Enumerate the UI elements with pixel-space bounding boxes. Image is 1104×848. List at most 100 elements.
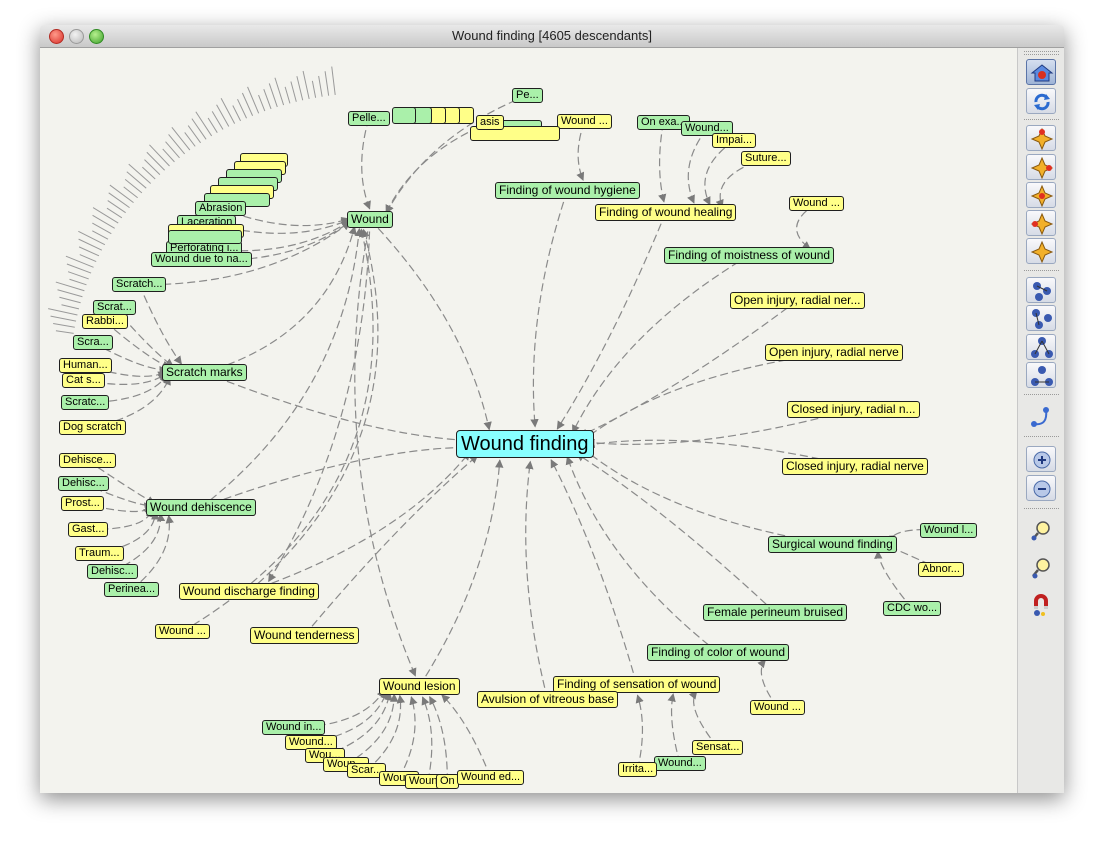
node-wound-due[interactable]: Wound due to na...	[151, 252, 252, 267]
expand-left-button[interactable]	[1026, 210, 1056, 236]
magnet-button[interactable]	[1026, 593, 1056, 619]
node-female-perineum-bruised[interactable]: Female perineum bruised	[703, 604, 848, 621]
node-dehisce-1[interactable]: Dehisce...	[59, 453, 116, 468]
node-open-injury-radial-trunc[interactable]: Open injury, radial ner...	[730, 292, 865, 309]
expand-top-button[interactable]	[1026, 125, 1056, 151]
collapsed-edge-stub	[168, 134, 186, 155]
node-finding-color-of-wound[interactable]: Finding of color of wound	[647, 644, 790, 661]
node-cat[interactable]: Cat s...	[62, 373, 105, 388]
node-wound-discharge[interactable]: Wound discharge finding	[179, 583, 319, 600]
window-title: Wound finding [4605 descendants]	[452, 28, 652, 43]
graph-edge	[138, 284, 182, 365]
graph-edge	[248, 451, 471, 593]
expand-right-icon	[1030, 156, 1054, 180]
expand-top-icon	[1030, 127, 1054, 151]
zoom-in-button[interactable]	[1026, 446, 1056, 472]
node-closed-injury-radial-trunc[interactable]: Closed injury, radial n...	[787, 401, 920, 418]
node-finding-moistness[interactable]: Finding of moistness of wound	[664, 247, 835, 264]
find-button[interactable]	[1026, 555, 1056, 581]
node-avulsion-vitreous[interactable]: Avulsion of vitreous base	[477, 691, 619, 708]
graph-edge	[667, 693, 681, 764]
node-dog-scratch[interactable]: Dog scratch	[59, 420, 126, 435]
node-pe[interactable]: Pe...	[512, 88, 543, 103]
graph-edge	[303, 454, 479, 636]
node-abrasion[interactable]: Abrasion	[195, 201, 247, 216]
collapsed-edge-stub	[220, 97, 236, 124]
search-button[interactable]	[1026, 518, 1056, 544]
node-closed-injury-radial[interactable]: Closed injury, radial nerve	[782, 458, 928, 475]
node-open-injury-radial[interactable]: Open injury, radial nerve	[765, 344, 903, 361]
node-wound-top[interactable]: Wound ...	[557, 114, 612, 129]
collapsed-edge-stub	[126, 171, 147, 189]
expand-center-icon	[1030, 184, 1054, 208]
collapsed-edge-stub	[59, 296, 81, 304]
home-button[interactable]	[1026, 59, 1056, 85]
node-gast[interactable]: Gast...	[68, 522, 109, 537]
node-wound-l[interactable]: Wound l...	[920, 523, 978, 538]
refresh-button[interactable]	[1026, 88, 1056, 114]
layout-radial-button[interactable]	[1026, 277, 1056, 303]
node-suture[interactable]: Suture...	[741, 151, 791, 166]
node-wound[interactable]: Wound	[347, 211, 393, 228]
layout-hierarchy-button[interactable]	[1026, 334, 1056, 360]
node-root-wound-finding[interactable]: Wound finding	[456, 430, 594, 458]
node-irrita[interactable]: Irrita...	[618, 762, 658, 777]
node-wound-color[interactable]: Wound ...	[750, 700, 805, 715]
node-abnor[interactable]: Abnor...	[918, 562, 964, 577]
node-wound-lesion[interactable]: Wound lesion	[379, 678, 460, 695]
collapsed-edge-stub	[195, 111, 213, 137]
node-surgical-wound-finding[interactable]: Surgical wound finding	[768, 536, 897, 553]
graph-edge	[584, 351, 834, 440]
node-ul-cluster-8[interactable]	[168, 230, 242, 244]
node-asis[interactable]: asis	[476, 115, 504, 130]
node-wound-moist[interactable]: Wound ...	[789, 196, 844, 211]
graph-canvas[interactable]: Wound finding Wound Finding of wound hyg…	[40, 48, 1017, 793]
node-wound-left[interactable]: Wound ...	[155, 624, 210, 639]
expand-right-button[interactable]	[1026, 154, 1056, 180]
node-scratch-s[interactable]: Scratch...	[112, 277, 167, 292]
node-dehisc-3[interactable]: Dehisc...	[87, 564, 138, 579]
node-scratch-marks[interactable]: Scratch marks	[162, 364, 247, 381]
node-sensat[interactable]: Sensat...	[692, 740, 744, 755]
zoom-out-button[interactable]	[1026, 475, 1056, 501]
node-human[interactable]: Human...	[59, 358, 112, 373]
graph-edge	[635, 694, 644, 770]
node-traum[interactable]: Traum...	[75, 546, 124, 561]
collapsed-edge-stub	[324, 71, 330, 96]
graph-edge	[366, 694, 406, 771]
node-cdc[interactable]: CDC wo...	[883, 601, 942, 616]
collapsed-edge-stub	[318, 75, 323, 97]
edge-style-button[interactable]	[1026, 404, 1056, 430]
collapsed-edge-stub	[302, 70, 310, 100]
node-prost[interactable]: Prost...	[61, 496, 104, 511]
node-wound-tenderness[interactable]: Wound tenderness	[250, 627, 359, 644]
collapsed-edge-stub	[237, 98, 247, 119]
node-perinea[interactable]: Perinea...	[104, 582, 160, 597]
node-scrat[interactable]: Scrat...	[93, 300, 136, 315]
node-dehisc-2[interactable]: Dehisc...	[58, 476, 109, 491]
node-scra[interactable]: Scra...	[73, 335, 113, 350]
collapsed-edge-stub	[79, 254, 97, 262]
node-wound-sens[interactable]: Wound...	[654, 756, 706, 771]
collapsed-edge-stub	[55, 281, 85, 292]
node-finding-wound-healing[interactable]: Finding of wound healing	[595, 204, 737, 221]
node-scratc[interactable]: Scratc...	[61, 395, 110, 410]
node-pelle[interactable]: Pelle...	[348, 111, 390, 126]
node-rabbi[interactable]: Rabbi...	[82, 314, 128, 329]
node-on[interactable]: On	[436, 774, 459, 789]
node-wound-in[interactable]: Wound in...	[262, 720, 326, 735]
expand-center-button[interactable]	[1026, 182, 1056, 208]
collapsed-edge-stub	[108, 192, 130, 209]
node-wound-ed[interactable]: Wound ed...	[457, 770, 525, 785]
node-top-cluster-7[interactable]	[392, 107, 416, 124]
collapsed-edge-stub	[61, 304, 80, 310]
graph-edge	[658, 122, 667, 203]
node-impai[interactable]: Impai...	[712, 133, 757, 148]
node-wound-dehiscence[interactable]: Wound dehiscence	[146, 499, 256, 516]
collapsed-edge-stub	[274, 77, 285, 106]
layout-tree-button[interactable]	[1026, 305, 1056, 331]
collapsed-edge-stub	[290, 81, 297, 102]
node-finding-wound-hygiene[interactable]: Finding of wound hygiene	[495, 182, 640, 199]
expand-bottom-button[interactable]	[1026, 238, 1056, 264]
layout-hierarchy-alt-button[interactable]	[1026, 362, 1056, 388]
